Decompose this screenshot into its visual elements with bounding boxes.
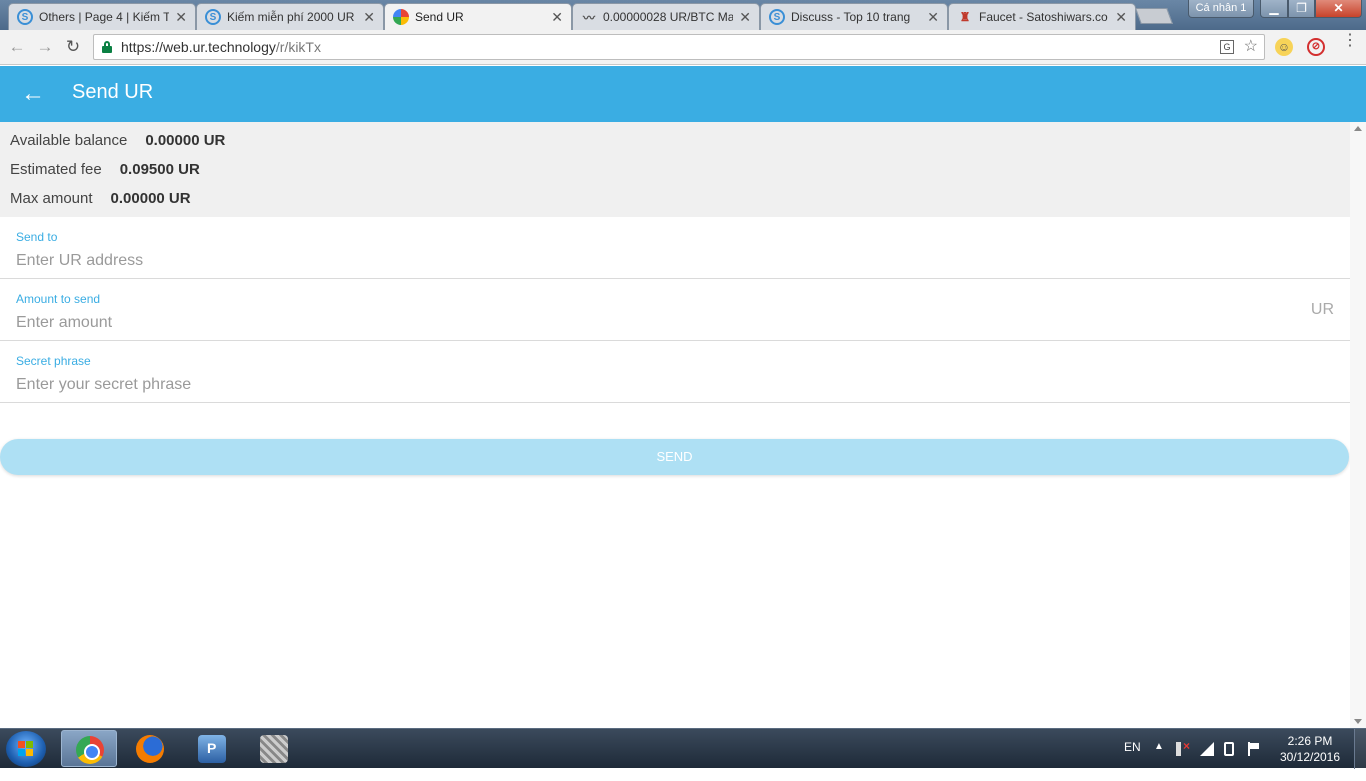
browser-tab-strip: S Others | Page 4 | Kiếm T ✕ S Kiếm miễn…: [0, 0, 1366, 30]
amount-field: Amount to send UR: [0, 279, 1350, 341]
taskbar-firefox[interactable]: [122, 730, 178, 767]
browser-tab[interactable]: ♜ Faucet - Satoshiwars.co ✕: [948, 3, 1136, 30]
amount-input[interactable]: [16, 311, 1276, 335]
amount-unit-suffix: UR: [1310, 301, 1334, 318]
clock-date: 30/12/2016: [1279, 750, 1341, 764]
estimated-fee-row: Estimated fee 0.09500 UR: [10, 161, 200, 178]
signal-icon[interactable]: [1200, 742, 1214, 756]
show-hidden-icons-icon[interactable]: ▲: [1154, 741, 1164, 781]
action-center-flag-icon[interactable]: [1248, 742, 1262, 756]
amount-label: Amount to send: [16, 292, 101, 306]
estimated-fee-value: 0.09500 UR: [119, 161, 200, 178]
profile-button[interactable]: Cá nhân 1: [1188, 0, 1254, 18]
windows-logo-icon: [18, 741, 34, 757]
reload-icon[interactable]: ↻: [62, 36, 84, 58]
secret-phrase-label: Secret phrase: [16, 354, 91, 368]
lock-icon: [102, 41, 112, 53]
s-circle-icon: S: [17, 9, 33, 25]
app-header: ← Send UR: [0, 66, 1366, 122]
tab-title: Kiếm miễn phí 2000 UR: [227, 10, 355, 24]
send-to-label: Send to: [16, 230, 58, 244]
available-balance-label: Available balance: [10, 132, 128, 149]
show-desktop-button[interactable]: [1354, 729, 1366, 769]
available-balance-row: Available balance 0.00000 UR: [10, 132, 225, 149]
tab-title: 0.00000028 UR/BTC Ma: [603, 10, 734, 24]
send-to-input[interactable]: [16, 249, 1276, 273]
firefox-icon: [136, 735, 164, 763]
send-button[interactable]: SEND: [0, 439, 1349, 475]
max-amount-value: 0.00000 UR: [110, 190, 191, 207]
close-icon[interactable]: ✕: [1115, 9, 1127, 26]
tab-title: Send UR: [415, 10, 464, 24]
chrome-icon: [76, 736, 104, 764]
faucet-icon: ♜: [959, 10, 971, 24]
clock-time: 2:26 PM: [1287, 734, 1333, 748]
scrollbar[interactable]: [1350, 122, 1366, 728]
browser-tab[interactable]: S Discuss - Top 10 trang ✕: [760, 3, 948, 30]
bookmark-star-icon[interactable]: ☆: [1244, 35, 1258, 59]
taskbar-netsupport[interactable]: [184, 730, 240, 767]
back-arrow-icon[interactable]: ←: [20, 79, 46, 109]
browser-tab[interactable]: S Others | Page 4 | Kiếm T ✕: [8, 3, 196, 30]
new-tab-button[interactable]: [1135, 8, 1173, 24]
netsupport-icon: [198, 735, 226, 763]
battery-icon[interactable]: [1224, 742, 1234, 756]
network-icon: [260, 735, 288, 763]
start-button[interactable]: [6, 731, 46, 767]
address-bar[interactable]: https://web.ur.technology/r/kikTx G ☆: [93, 34, 1265, 60]
scroll-up-icon[interactable]: [1354, 126, 1362, 131]
tab-title: Discuss - Top 10 trang: [791, 10, 911, 24]
max-amount-row: Max amount 0.00000 UR: [10, 190, 191, 207]
browser-tab[interactable]: 〰 0.00000028 UR/BTC Ma ✕: [572, 3, 760, 30]
close-icon[interactable]: ✕: [739, 9, 751, 26]
system-clock[interactable]: 2:26 PM 30/12/2016: [1278, 733, 1342, 765]
speaker-muted-icon[interactable]: [1176, 739, 1190, 756]
url-host: https://web.ur.technology: [121, 39, 276, 55]
balance-info-panel: Available balance 0.00000 UR Estimated fe…: [0, 122, 1350, 217]
tab-title: Faucet - Satoshiwars.co: [979, 10, 1108, 24]
available-balance-value: 0.00000 UR: [145, 132, 226, 149]
forward-nav-icon[interactable]: →: [34, 36, 56, 58]
close-window-button[interactable]: ✕: [1315, 0, 1362, 18]
chrome-menu-icon[interactable]: ⋮: [1342, 33, 1358, 56]
translate-icon[interactable]: G: [1220, 40, 1234, 54]
close-icon[interactable]: ✕: [927, 9, 939, 26]
main-content: Available balance 0.00000 UR Estimated fe…: [0, 122, 1366, 728]
extension-block-icon[interactable]: ⊘: [1307, 38, 1325, 56]
scroll-down-icon[interactable]: [1354, 719, 1362, 724]
browser-tab[interactable]: S Kiếm miễn phí 2000 UR ✕: [196, 3, 384, 30]
tab-title: Others | Page 4 | Kiếm T: [39, 10, 170, 24]
s-circle-icon: S: [205, 9, 221, 25]
ur-logo-icon: [393, 9, 409, 25]
chart-icon: 〰: [582, 10, 595, 25]
close-icon[interactable]: ✕: [175, 9, 187, 26]
taskbar-chrome[interactable]: [61, 730, 117, 767]
extension-face-icon[interactable]: ☺: [1275, 38, 1293, 56]
language-indicator[interactable]: EN: [1124, 740, 1141, 780]
send-to-field: Send to: [0, 217, 1350, 279]
back-nav-icon[interactable]: ←: [6, 36, 28, 58]
url-path: /r/kikTx: [275, 39, 321, 55]
minimize-button[interactable]: ▁: [1260, 0, 1288, 18]
page-title: Send UR: [72, 81, 154, 103]
windows-taskbar: EN ▲ 2:26 PM 30/12/2016: [0, 728, 1366, 769]
close-icon[interactable]: ✕: [551, 9, 563, 26]
browser-tab-active[interactable]: Send UR ✕: [384, 3, 572, 30]
url-text: https://web.ur.technology/r/kikTx: [121, 35, 321, 59]
secret-phrase-field: Secret phrase: [0, 341, 1350, 403]
taskbar-network[interactable]: [246, 730, 302, 767]
close-icon[interactable]: ✕: [363, 9, 375, 26]
s-circle-icon: S: [769, 9, 785, 25]
browser-toolbar: ← → ↻ https://web.ur.technology/r/kikTx …: [0, 30, 1366, 65]
secret-phrase-input[interactable]: [16, 373, 1276, 397]
estimated-fee-label: Estimated fee: [10, 161, 102, 178]
maximize-button[interactable]: ❐: [1288, 0, 1315, 18]
max-amount-label: Max amount: [10, 190, 93, 207]
